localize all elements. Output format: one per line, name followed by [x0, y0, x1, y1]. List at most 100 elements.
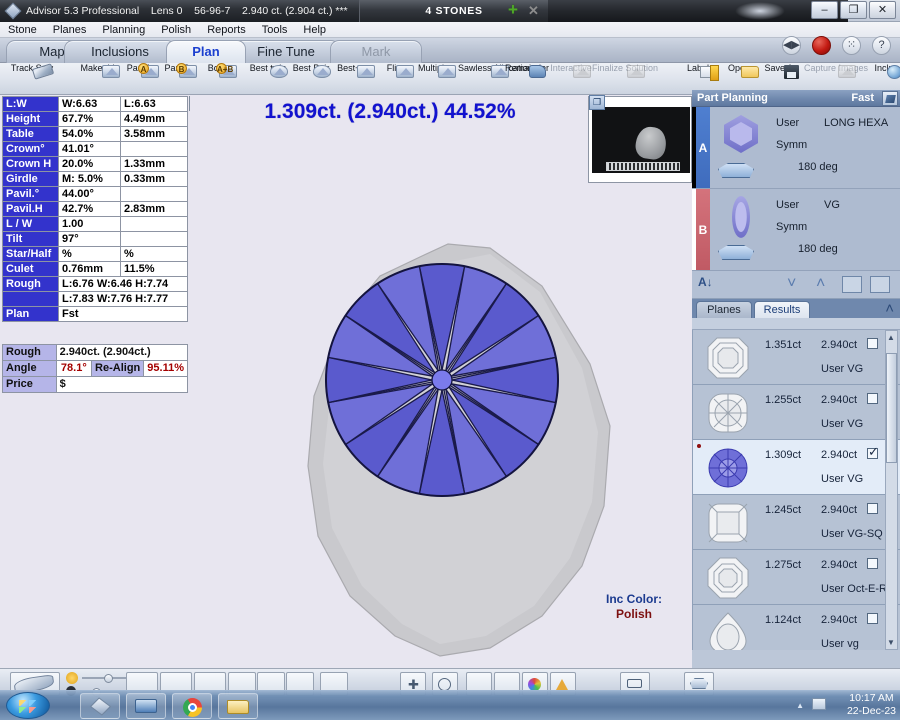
- result-checkbox[interactable]: [867, 613, 878, 624]
- grid-button[interactable]: ⁙: [842, 36, 861, 55]
- tab-inclusions[interactable]: Inclusions: [64, 40, 176, 63]
- result-user-grade: User VG: [821, 418, 864, 430]
- table-row: Pavil.° 44.00°: [2, 186, 188, 202]
- window-titlebar: Advisor 5.3 Professional Lens 0 56-96-7 …: [0, 0, 900, 22]
- menu-item-help[interactable]: Help: [295, 22, 334, 38]
- result-checkbox[interactable]: [867, 503, 878, 514]
- param-value-1: 44.00°: [58, 186, 121, 202]
- ribbon-track-saw[interactable]: Track Saw: [2, 63, 62, 95]
- ribbon-makeable[interactable]: Makeable: [78, 63, 122, 95]
- menu-item-tools[interactable]: Tools: [254, 22, 296, 38]
- taskbar-item-scanner[interactable]: [126, 693, 166, 719]
- tab-mark[interactable]: Mark: [330, 40, 422, 63]
- app-diamond-icon: [4, 2, 22, 20]
- result-row[interactable]: 1.275ct 2.940ct User Oct-E-RR: [693, 550, 900, 605]
- scroll-down-arrow-icon[interactable]: ▼: [887, 638, 895, 647]
- chevron-down-icon[interactable]: ˅: [787, 276, 796, 292]
- param-key: Pavil.H: [2, 201, 59, 217]
- part-planning-mode[interactable]: Fast: [851, 90, 874, 107]
- result-checkbox[interactable]: [867, 393, 878, 404]
- result-row[interactable]: 1.351ct 2.940ct User VG: [693, 330, 900, 385]
- sort-az-icon[interactable]: A↓: [698, 275, 713, 289]
- add-tab-button[interactable]: +: [508, 1, 521, 18]
- param-key: L:W: [2, 96, 59, 112]
- tab-results[interactable]: Results: [754, 301, 810, 318]
- grid-select-icon[interactable]: [870, 276, 890, 293]
- checklist-icon[interactable]: [842, 276, 862, 293]
- window-tab-main[interactable]: Advisor 5.3 Professional Lens 0 56-96-7 …: [0, 0, 360, 22]
- brightness-slider-knob[interactable]: [104, 674, 113, 683]
- maximize-button[interactable]: ❐: [840, 1, 867, 19]
- ribbon-best-pair[interactable]: Best Pair: [288, 63, 334, 95]
- taskbar-item-chrome[interactable]: [172, 693, 212, 719]
- show-hidden-icons-arrow[interactable]: ▲: [796, 701, 804, 710]
- photo-expand-button[interactable]: ❐: [589, 95, 605, 110]
- param-value-2: L:6.63: [120, 96, 188, 112]
- param-value-1: 20.0%: [58, 156, 121, 172]
- scrollbar-thumb[interactable]: [886, 353, 897, 463]
- ribbon-interactive: Interactive: [548, 63, 594, 95]
- part-planning-row-a[interactable]: A User LONG HEXA Symm 180 deg: [692, 107, 900, 189]
- start-button[interactable]: [6, 692, 50, 719]
- chevron-up-icon[interactable]: ˄: [816, 276, 825, 292]
- ribbon-part-a[interactable]: APart A: [118, 63, 160, 95]
- collapse-panel-icon[interactable]: ˄: [885, 300, 894, 317]
- param-key: Culet: [2, 261, 59, 277]
- realign-label[interactable]: Re-Align: [91, 360, 145, 377]
- ribbon-part-b[interactable]: BPart B: [156, 63, 198, 95]
- minimize-button[interactable]: –: [811, 1, 838, 19]
- ribbon-multiplan[interactable]: Multiplan: [412, 63, 460, 95]
- scanner-icon: [135, 699, 157, 713]
- param-value-2: 3.58mm: [120, 126, 188, 142]
- record-button[interactable]: [812, 36, 831, 55]
- result-row[interactable]: 1.124ct 2.940ct User vg: [693, 605, 900, 650]
- ribbon-best-top[interactable]: Best+top: [332, 63, 378, 95]
- angle-value: 78.1°: [55, 360, 93, 377]
- scroll-up-arrow-icon[interactable]: ▲: [887, 333, 895, 342]
- help-button[interactable]: ?: [872, 36, 891, 55]
- results-list[interactable]: 1.351ct 2.940ct User VG 1.255ct 2.940ct User …: [692, 330, 900, 650]
- taskbar-item-explorer[interactable]: [218, 693, 258, 719]
- result-checkbox[interactable]: [867, 558, 878, 569]
- tab-fine-tune[interactable]: Fine Tune: [232, 40, 340, 63]
- result-rough-weight: 2.940ct: [821, 559, 858, 571]
- price-value[interactable]: $: [55, 376, 189, 393]
- result-checkbox[interactable]: [867, 338, 878, 349]
- tab-planes[interactable]: Planes: [696, 301, 752, 318]
- result-row[interactable]: 1.309ct 2.940ct User VG: [693, 440, 900, 495]
- table-row: Star/Half%%: [2, 246, 188, 262]
- inc-color-display: Inc Color: Polish: [606, 592, 662, 622]
- ribbon-flip[interactable]: Flip: [376, 63, 414, 95]
- tab-plan[interactable]: Plan: [166, 40, 246, 63]
- result-user-grade: User VG-SQ: [821, 528, 883, 540]
- table-row: Pavil.H 42.7% 2.83mm: [2, 201, 188, 217]
- warning-triangle-icon: [556, 679, 568, 690]
- ribbon-best-twin[interactable]: Best twin: [244, 63, 292, 95]
- taskbar-item-advisor[interactable]: [80, 693, 120, 719]
- part-planning-row-b[interactable]: B User VG Symm 180 deg: [692, 189, 900, 271]
- param-value-2: [120, 186, 188, 202]
- result-checkbox[interactable]: [867, 445, 879, 459]
- part-planning-title: Part Planning: [697, 92, 768, 104]
- menu-item-reports[interactable]: Reports: [199, 22, 254, 38]
- result-row[interactable]: 1.255ct 2.940ct User VG: [693, 385, 900, 440]
- param-key: Crown°: [2, 141, 59, 157]
- close-window-button[interactable]: ✕: [869, 1, 896, 19]
- menu-item-stone[interactable]: Stone: [0, 22, 45, 38]
- network-icon[interactable]: [812, 698, 826, 710]
- result-row[interactable]: 1.245ct 2.940ct User VG-SQ: [693, 495, 900, 550]
- clock[interactable]: 10:17 AM 22-Dec-23: [847, 692, 896, 720]
- menu-item-polish[interactable]: Polish: [153, 22, 199, 38]
- navigate-button[interactable]: ◀▶: [782, 36, 801, 55]
- param-value-2: [120, 141, 188, 157]
- close-tab-button[interactable]: ✕: [528, 4, 541, 17]
- menu-item-planes[interactable]: Planes: [45, 22, 95, 38]
- part-planning-settings-icon[interactable]: [882, 91, 898, 106]
- results-scrollbar[interactable]: ▲ ▼: [885, 330, 898, 650]
- menu-item-planning[interactable]: Planning: [94, 22, 153, 38]
- ribbon-remainder[interactable]: Remainder: [502, 63, 552, 95]
- table-row: Plan Fst: [2, 306, 188, 322]
- ribbon-finalize-solution: Finalize Solution: [590, 63, 660, 95]
- table-row: Crown H 20.0% 1.33mm: [2, 156, 188, 172]
- ribbon-both[interactable]: A+BBoth: [196, 63, 238, 95]
